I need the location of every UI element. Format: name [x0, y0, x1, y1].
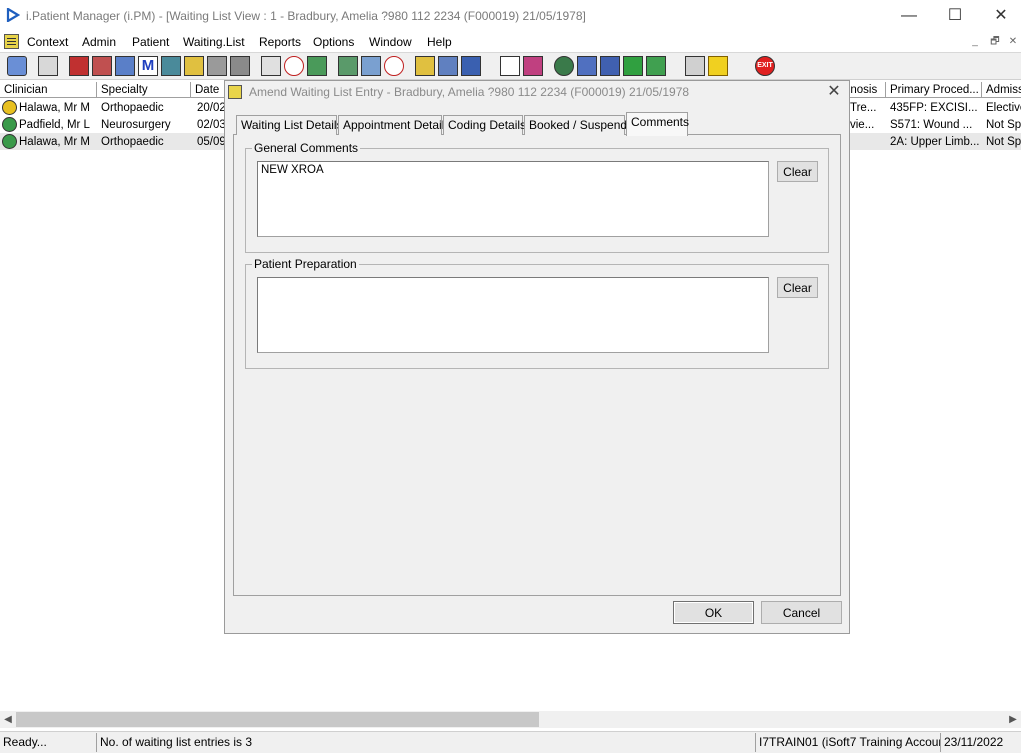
- person-icon[interactable]: [161, 56, 181, 76]
- table-cell[interactable]: Neurosurgery: [101, 117, 191, 133]
- waiting-status-icon: [2, 117, 17, 132]
- monitor-icon[interactable]: [307, 56, 327, 76]
- column-header-specialty[interactable]: Specialty: [97, 82, 191, 98]
- waiting-status-icon: [2, 100, 17, 115]
- dialog-close-button[interactable]: ✕: [822, 81, 846, 103]
- ok-button[interactable]: OK: [673, 601, 754, 624]
- checklist-icon[interactable]: [577, 56, 597, 76]
- tab-coding-details[interactable]: Coding Details: [443, 115, 526, 135]
- refresh-icon[interactable]: [646, 56, 666, 76]
- table-cell[interactable]: Tre...: [850, 100, 886, 116]
- table-cell[interactable]: Not Spe: [986, 117, 1021, 133]
- status-entries-count: No. of waiting list entries is 3: [96, 733, 754, 752]
- theatre-icon[interactable]: [461, 56, 481, 76]
- m-icon[interactable]: M: [138, 56, 158, 76]
- tab-waiting-list-details[interactable]: Waiting List Details: [236, 115, 343, 135]
- table-cell[interactable]: S571: Wound ...: [890, 117, 980, 133]
- menu-options[interactable]: Options: [313, 35, 354, 49]
- menu-help[interactable]: Help: [427, 35, 452, 49]
- swap-icon[interactable]: [685, 56, 705, 76]
- book-icon[interactable]: [69, 56, 89, 76]
- scroll-right-icon[interactable]: ▶: [1005, 711, 1021, 728]
- list-icon[interactable]: [415, 56, 435, 76]
- general-comments-label: General Comments: [252, 141, 361, 155]
- menu-reports[interactable]: Reports: [259, 35, 301, 49]
- mdi-minimize-button[interactable]: _: [967, 35, 983, 49]
- horizontal-scrollbar-thumb[interactable]: [16, 712, 539, 727]
- tab-booked-suspend[interactable]: Booked / Suspend: [524, 115, 627, 135]
- bed-icon[interactable]: [438, 56, 458, 76]
- table-cell[interactable]: 20/02: [197, 100, 225, 116]
- letter-icon[interactable]: [361, 56, 381, 76]
- table-cell[interactable]: Halawa, Mr M: [19, 100, 97, 116]
- table-cell[interactable]: 05/09: [197, 134, 225, 150]
- status-date: 23/11/2022: [940, 733, 1008, 752]
- page-icon[interactable]: [500, 56, 520, 76]
- menu-waiting-list[interactable]: Waiting.List: [183, 35, 245, 49]
- patient-preparation-textarea[interactable]: [257, 277, 769, 353]
- tab-appointment-details[interactable]: Appointment Details: [338, 115, 450, 135]
- patient-icon[interactable]: [7, 56, 27, 76]
- table-cell[interactable]: 435FP: EXCISI...: [890, 100, 980, 116]
- printer-icon[interactable]: [38, 56, 58, 76]
- table-cell[interactable]: vie...: [850, 117, 886, 133]
- menu-context[interactable]: Context: [27, 35, 68, 49]
- column-header-clinician[interactable]: Clinician: [0, 82, 97, 98]
- table-cell[interactable]: [850, 134, 886, 150]
- close-window-button[interactable]: ✕: [978, 0, 1021, 32]
- maximize-button[interactable]: ☐: [932, 0, 978, 32]
- table-cell[interactable]: Not Spe: [986, 134, 1021, 150]
- exit-icon[interactable]: EXIT: [755, 56, 775, 76]
- cancel-button[interactable]: Cancel: [761, 601, 842, 624]
- menu-window[interactable]: Window: [369, 35, 412, 49]
- clear-patient-preparation-button[interactable]: Clear: [777, 277, 818, 298]
- table-cell[interactable]: 2A: Upper Limb...: [890, 134, 980, 150]
- column-header-primary-procedure[interactable]: Primary Proced...: [886, 82, 982, 98]
- approve-icon[interactable]: [600, 56, 620, 76]
- status-account: I7TRAIN01 (iSoft7 Training Account): [755, 733, 940, 752]
- timer-icon[interactable]: [384, 56, 404, 76]
- app-logo-icon: [6, 8, 20, 22]
- transfer-icon[interactable]: [230, 56, 250, 76]
- chart-icon[interactable]: [523, 56, 543, 76]
- globe-icon[interactable]: [554, 56, 574, 76]
- table-cell[interactable]: Elective: [986, 100, 1021, 116]
- scroll-left-icon[interactable]: ◀: [0, 711, 16, 728]
- status-text: Ready...: [3, 735, 47, 749]
- dialog-title: Amend Waiting List Entry - Bradbury, Ame…: [249, 85, 690, 99]
- general-comments-textarea[interactable]: NEW XROA: [257, 161, 769, 237]
- records-icon[interactable]: [115, 56, 135, 76]
- mdi-close-button[interactable]: ✕: [1005, 35, 1021, 49]
- ward-icon[interactable]: [207, 56, 227, 76]
- clear-general-comments-button[interactable]: Clear: [777, 161, 818, 182]
- menu-admin[interactable]: Admin: [82, 35, 116, 49]
- waiting-status-icon: [2, 134, 17, 149]
- table-cell[interactable]: Orthopaedic: [101, 134, 191, 150]
- minimize-button[interactable]: —: [886, 0, 932, 32]
- table-cell[interactable]: Orthopaedic: [101, 100, 191, 116]
- search-record-icon[interactable]: [261, 56, 281, 76]
- clock-icon[interactable]: [284, 56, 304, 76]
- table-cell[interactable]: Halawa, Mr M: [19, 134, 97, 150]
- notes-icon[interactable]: [184, 56, 204, 76]
- dialog-document-icon: [228, 85, 242, 99]
- menu-patient[interactable]: Patient: [132, 35, 169, 49]
- report-icon[interactable]: [338, 56, 358, 76]
- document-icon[interactable]: [4, 34, 19, 49]
- warning-icon[interactable]: [708, 56, 728, 76]
- edit-book-icon[interactable]: [92, 56, 112, 76]
- table-cell[interactable]: 02/03: [197, 117, 225, 133]
- tab-comments[interactable]: Comments: [626, 112, 689, 136]
- forward-icon[interactable]: [623, 56, 643, 76]
- mdi-restore-button[interactable]: 🗗: [987, 35, 1003, 49]
- table-cell[interactable]: Padfield, Mr L: [19, 117, 97, 133]
- patient-preparation-label: Patient Preparation: [252, 257, 359, 271]
- window-title: i.Patient Manager (i.PM) - [Waiting List…: [26, 9, 586, 23]
- column-header-admission[interactable]: Admissi: [982, 82, 1021, 98]
